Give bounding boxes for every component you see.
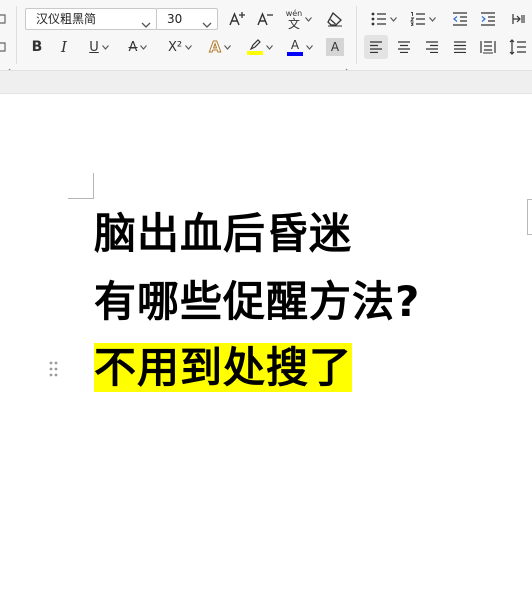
- strikethrough-glyph: A: [128, 39, 138, 55]
- increase-indent-button[interactable]: [478, 8, 498, 30]
- bold-button[interactable]: B: [27, 36, 47, 58]
- chevron-down-icon: [306, 44, 313, 50]
- align-right-icon: [426, 41, 438, 53]
- font-color-icon: A: [287, 39, 303, 56]
- text-effect-glyph: A: [209, 38, 222, 57]
- indent-icon: [481, 12, 495, 26]
- highlight-color-button[interactable]: [244, 36, 276, 58]
- document-line-2[interactable]: 有哪些促醒方法?: [94, 274, 420, 330]
- chevron-down-icon: [140, 44, 148, 50]
- ribbon-edge-icon-bottom[interactable]: [0, 36, 8, 58]
- pinyin-char: 文: [287, 16, 300, 31]
- bullet-list-icon: [371, 12, 386, 26]
- chevron-down-icon: [141, 15, 151, 35]
- increase-font-size-button[interactable]: [226, 8, 248, 30]
- ribbon-separator: [16, 6, 17, 64]
- ribbon-separator: [356, 6, 357, 64]
- font-name-select[interactable]: 汉仪粗黑简: [25, 8, 157, 30]
- clear-formatting-button[interactable]: [323, 8, 347, 30]
- ruler-band: [0, 71, 532, 94]
- font-grow-icon: [229, 12, 245, 26]
- chevron-down-icon: [202, 15, 212, 35]
- chevron-down-icon: [185, 44, 192, 50]
- right-margin-marker: [527, 199, 532, 235]
- align-right-button[interactable]: [421, 36, 443, 58]
- font-color-glyph: A: [290, 37, 300, 52]
- document-line-3[interactable]: 不用到处搜了: [94, 340, 353, 396]
- decrease-font-size-button[interactable]: [254, 8, 276, 30]
- chevron-down-icon: [390, 16, 397, 22]
- text-effect-button[interactable]: A: [205, 36, 235, 58]
- font-name-value: 汉仪粗黑简: [36, 12, 97, 26]
- page-corner-mark: [68, 173, 94, 199]
- text-direction-button[interactable]: [508, 8, 530, 30]
- distributed-align-icon: [480, 41, 496, 54]
- underline-button[interactable]: U: [84, 36, 114, 58]
- phonetic-guide-button[interactable]: wén 文: [283, 8, 315, 30]
- numbered-list-icon: [410, 12, 425, 26]
- text-direction-icon: [512, 14, 525, 24]
- ribbon: 汉仪粗黑简 30 wén 文 B I U A X² A A A: [0, 0, 532, 75]
- chevron-down-icon: [305, 16, 313, 22]
- chevron-down-icon: [101, 44, 109, 50]
- outdent-icon: [453, 12, 467, 26]
- font-color-button[interactable]: A: [284, 36, 316, 58]
- superscript-button[interactable]: X²: [163, 36, 197, 58]
- character-shading-button[interactable]: A: [326, 38, 344, 56]
- numbering-button[interactable]: [407, 8, 439, 30]
- highlighted-text[interactable]: 不用到处搜了: [94, 343, 353, 392]
- italic-button[interactable]: I: [54, 36, 74, 58]
- highlighter-icon: [247, 39, 263, 55]
- align-center-icon: [398, 41, 410, 53]
- font-shrink-icon: [257, 12, 273, 26]
- justify-button[interactable]: [449, 36, 471, 58]
- justify-icon: [454, 41, 466, 53]
- strikethrough-button[interactable]: A: [122, 36, 154, 58]
- chevron-down-icon: [266, 44, 273, 50]
- line-spacing-button[interactable]: [506, 36, 530, 58]
- document-line-1[interactable]: 脑出血后昏迷: [94, 206, 352, 262]
- font-color-swatch: [287, 51, 303, 56]
- eraser-icon: [327, 11, 342, 27]
- highlight-color-swatch: [247, 51, 263, 55]
- align-left-icon: [370, 41, 382, 53]
- font-size-select[interactable]: 30: [156, 8, 218, 30]
- ribbon-edge-icon-top[interactable]: [0, 8, 8, 30]
- chevron-down-icon: [429, 16, 436, 22]
- line-spacing-icon: [509, 39, 526, 55]
- decrease-indent-button[interactable]: [450, 8, 470, 30]
- drag-handle-icon[interactable]: [49, 361, 59, 381]
- align-left-button[interactable]: [364, 35, 388, 59]
- distributed-align-button[interactable]: [477, 36, 499, 58]
- bullets-button[interactable]: [368, 8, 400, 30]
- superscript-glyph: X²: [167, 39, 183, 55]
- pinyin-icon: wén 文: [286, 9, 303, 30]
- font-size-value: 30: [167, 12, 183, 26]
- chevron-down-icon: [223, 44, 231, 50]
- align-center-button[interactable]: [393, 36, 415, 58]
- underline-glyph: U: [89, 39, 99, 55]
